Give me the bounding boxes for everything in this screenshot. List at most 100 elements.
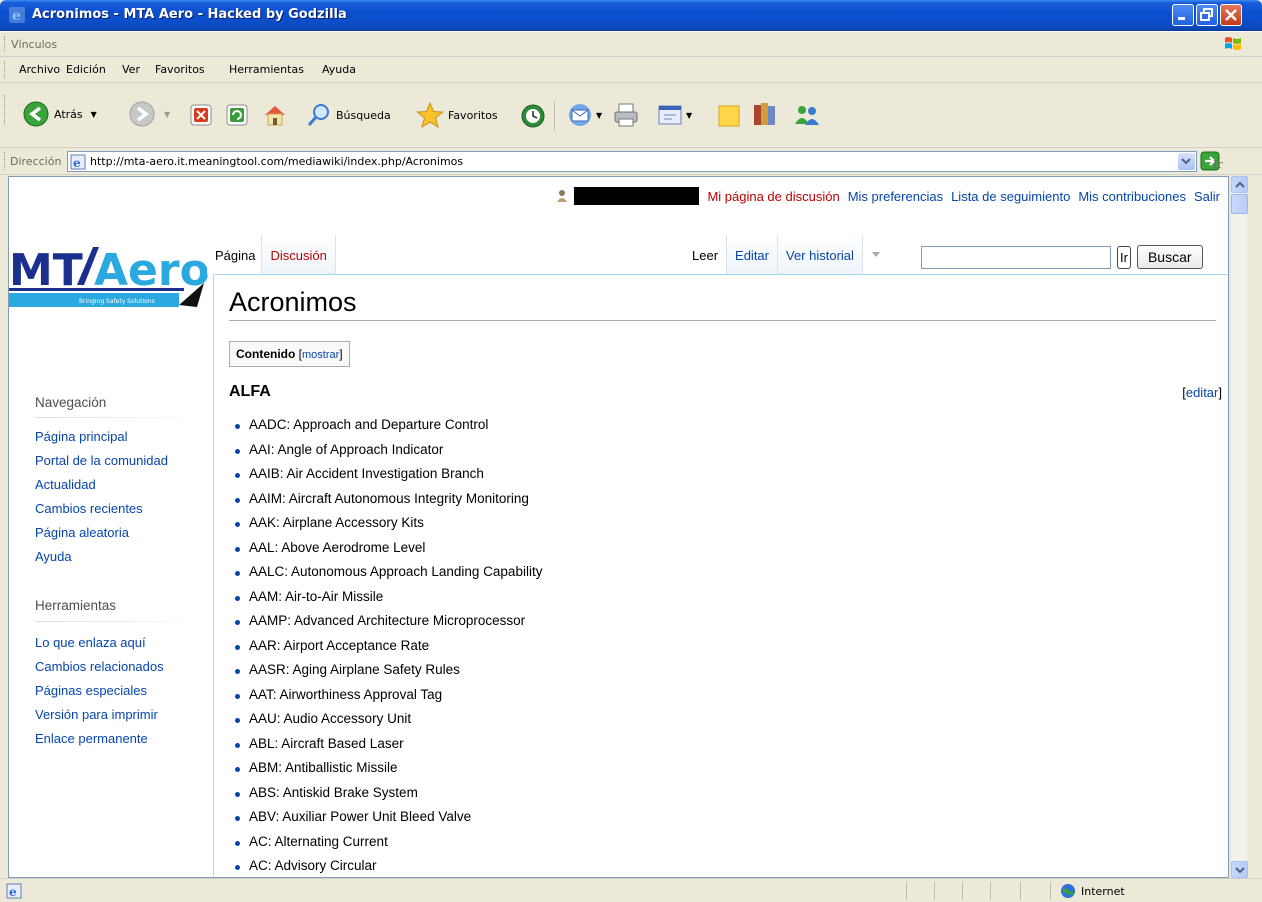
redacted-username	[574, 187, 700, 205]
tool-special-pages[interactable]: Páginas especiales	[35, 683, 164, 707]
toc-toggle[interactable]: mostrar	[302, 349, 339, 361]
nav-random-page[interactable]: Página aleatoria	[35, 525, 168, 549]
edit-section-link[interactable]: editar	[1186, 385, 1219, 400]
nav-main-page[interactable]: Página principal	[35, 429, 168, 453]
tool-related-changes[interactable]: Cambios relacionados	[35, 659, 164, 683]
chevron-down-icon[interactable]: ▼	[686, 111, 692, 120]
my-preferences-link[interactable]: Mis preferencias	[848, 189, 943, 204]
stop-icon[interactable]	[190, 104, 212, 126]
my-contributions-link[interactable]: Mis contribuciones	[1078, 189, 1186, 204]
forward-arrow-icon	[129, 101, 155, 127]
search-input[interactable]	[921, 245, 1111, 269]
edit-section: [editar]	[1182, 385, 1222, 400]
tab-page[interactable]: Página	[207, 235, 263, 275]
acronym-text: AAT: Airworthiness Approval Tag	[249, 686, 443, 702]
search-go-button[interactable]: Ir	[1117, 245, 1131, 269]
nav-current-events[interactable]: Actualidad	[35, 477, 168, 501]
chevron-down-icon[interactable]: ▼	[91, 110, 97, 119]
edit-button[interactable]: ▼	[656, 102, 692, 128]
mtaero-logo[interactable]: MT Aero Bringing Safety Solutions	[9, 243, 209, 323]
tool-permanent-link[interactable]: Enlace permanente	[35, 731, 164, 755]
close-button[interactable]	[1220, 4, 1242, 26]
status-separator	[990, 882, 991, 900]
search-button[interactable]: Búsqueda	[306, 102, 391, 128]
nav-help[interactable]: Ayuda	[35, 549, 168, 573]
menu-favoritos[interactable]: Favoritos	[155, 63, 205, 76]
list-item: ABV: Auxiliar Power Unit Bleed Valve	[232, 809, 542, 834]
scroll-down-button[interactable]	[1231, 861, 1248, 878]
chevron-down-icon[interactable]: ▼	[596, 111, 602, 120]
list-item: AAL: Above Aerodrome Level	[232, 540, 542, 565]
nav-community-portal[interactable]: Portal de la comunidad	[35, 453, 168, 477]
go-button[interactable]: Ir	[1200, 151, 1223, 171]
list-item: AAI: Angle of Approach Indicator	[232, 442, 542, 467]
list-item: AASR: Aging Airplane Safety Rules	[232, 662, 542, 687]
list-item: AADC: Approach and Departure Control	[232, 417, 542, 442]
acronym-text: AAL: Above Aerodrome Level	[249, 539, 426, 555]
mail-icon	[569, 104, 591, 126]
messenger-icon[interactable]	[792, 102, 822, 128]
tab-discussion[interactable]: Discusión	[262, 235, 336, 275]
zone-label: Internet	[1081, 884, 1125, 898]
bullet-icon	[235, 718, 240, 723]
vertical-scrollbar[interactable]	[1230, 176, 1248, 878]
menu-edicion[interactable]: Edición	[66, 63, 106, 76]
security-zone[interactable]: Internet	[1060, 883, 1125, 899]
nav-recent-changes[interactable]: Cambios recientes	[35, 501, 168, 525]
maximize-button[interactable]	[1196, 4, 1218, 26]
print-icon[interactable]	[612, 102, 640, 128]
favorites-button[interactable]: Favoritos	[416, 101, 498, 129]
tool-what-links-here[interactable]: Lo que enlaza aquí	[35, 635, 164, 659]
menu-ayuda[interactable]: Ayuda	[322, 63, 356, 76]
menu-archivo[interactable]: Archivo	[19, 63, 60, 76]
acronym-text: AASR: Aging Airplane Safety Rules	[249, 662, 460, 677]
windows-flag-icon	[1225, 37, 1241, 50]
forward-button[interactable]: ▼	[128, 100, 170, 128]
search-button[interactable]: Buscar	[1136, 245, 1203, 269]
list-item: AC: Advisory Circular	[232, 858, 542, 877]
address-url[interactable]: http://mta-aero.it.meaningtool.com/media…	[90, 155, 463, 168]
toolbar-grip[interactable]	[4, 36, 7, 52]
address-dropdown-button[interactable]	[1178, 153, 1195, 170]
mail-button[interactable]: ▼	[566, 102, 602, 128]
go-label: Ir	[1213, 158, 1223, 171]
chevron-down-icon[interactable]: ▼	[164, 110, 170, 119]
tool-printable-version[interactable]: Versión para imprimir	[35, 707, 164, 731]
toolbar-grip[interactable]	[4, 152, 7, 170]
content-area: Acronimos Contenido [mostrar] ALFA [edit…	[213, 274, 1228, 877]
toolbar-grip[interactable]	[4, 61, 7, 78]
list-item: AAIM: Aircraft Autonomous Integrity Moni…	[232, 491, 542, 516]
links-label[interactable]: Vínculos	[11, 38, 57, 51]
note-icon[interactable]	[716, 103, 742, 129]
tools-heading: Herramientas	[35, 598, 117, 613]
list-item: AC: Alternating Current	[232, 834, 542, 859]
page-viewport: Mi página de discusión Mis preferencias …	[8, 176, 1229, 878]
logout-link[interactable]: Salir	[1194, 189, 1220, 204]
scroll-thumb[interactable]	[1231, 194, 1248, 214]
scroll-up-button[interactable]	[1231, 176, 1248, 193]
tab-history[interactable]: Ver historial	[778, 235, 863, 275]
back-button[interactable]: Atrás ▼	[22, 100, 97, 128]
tab-edit[interactable]: Editar	[727, 235, 778, 275]
restore-icon	[1200, 8, 1213, 21]
menu-ver[interactable]: Ver	[122, 63, 140, 76]
my-talk-link[interactable]: Mi página de discusión	[707, 189, 839, 204]
address-field[interactable]: e http://mta-aero.it.meaningtool.com/med…	[67, 151, 1197, 172]
bullet-icon	[235, 742, 240, 748]
home-icon[interactable]	[262, 102, 288, 128]
minimize-button[interactable]	[1172, 4, 1194, 26]
watchlist-link[interactable]: Lista de seguimiento	[951, 189, 1070, 204]
svg-text:Bringing Safety Solutions: Bringing Safety Solutions	[79, 298, 155, 305]
tab-read[interactable]: Leer	[684, 235, 728, 275]
research-icon[interactable]	[752, 101, 778, 129]
history-icon[interactable]	[520, 103, 546, 129]
acronym-text: AC: Alternating Current	[249, 833, 388, 849]
refresh-icon[interactable]	[226, 104, 248, 126]
more-actions-menu[interactable]	[863, 235, 889, 275]
toolbar-grip[interactable]	[4, 95, 7, 125]
list-item: ABS: Antiskid Brake System	[232, 785, 542, 810]
bullet-icon	[235, 497, 240, 503]
close-icon	[1225, 9, 1237, 21]
menu-herramientas[interactable]: Herramientas	[229, 63, 304, 76]
nav-list: Página principal Portal de la comunidad …	[35, 429, 168, 573]
